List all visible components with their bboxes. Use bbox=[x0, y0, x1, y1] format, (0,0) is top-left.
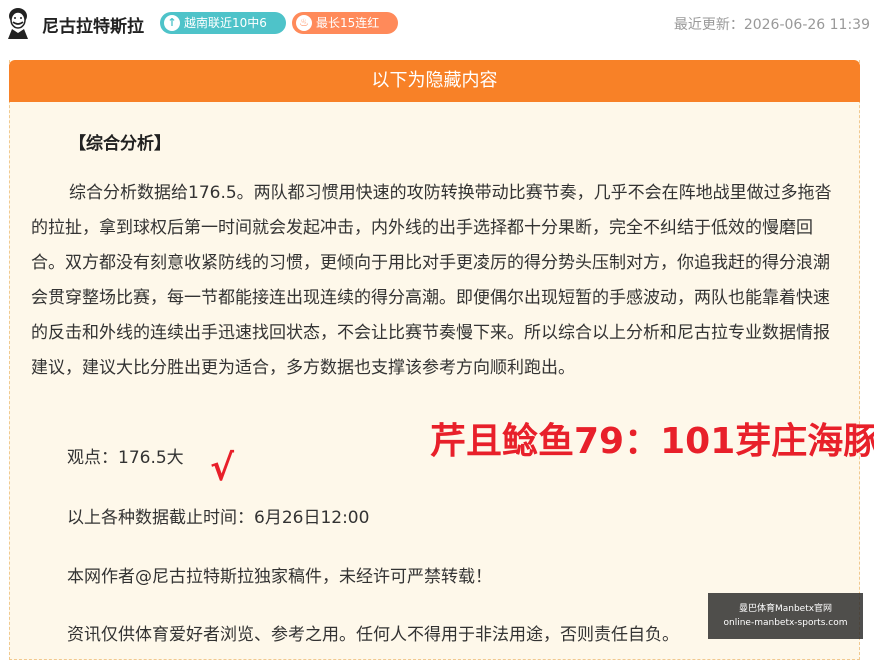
score-annotation: 芹且鲶鱼79：101芽庄海豚 bbox=[430, 421, 874, 462]
author-avatar[interactable] bbox=[4, 5, 32, 39]
check-mark-icon: √ bbox=[210, 448, 235, 489]
best-streak-label: 最长15连红 bbox=[316, 16, 380, 30]
view-line: 观点：176.5大 bbox=[67, 448, 184, 468]
watermark-url: online-manbetx-sports.com bbox=[723, 618, 848, 628]
best-streak-badge: ♨ 最长15连红 bbox=[292, 12, 398, 34]
author-name[interactable]: 尼古拉特斯拉 bbox=[42, 12, 144, 37]
watermark: 曼巴体育Manbetx官网 online-manbetx-sports.com bbox=[708, 593, 863, 639]
arrow-up-icon: ↑ bbox=[164, 15, 180, 31]
cutoff-line: 以上各种数据截止时间：6月26日12:00 bbox=[67, 508, 370, 528]
header: 尼古拉特斯拉 ↑ 越南联近10中6 ♨ 最长15连红 最近更新：2026-06-… bbox=[0, 0, 874, 50]
article-content: 【综合分析】 综合分析数据给176.5。两队都习惯用快速的攻防转换带动比赛节奏，… bbox=[31, 122, 841, 386]
hidden-content-title: 以下为隐藏内容 bbox=[9, 60, 860, 102]
last-updated: 最近更新：2026-06-26 11:39 bbox=[673, 17, 870, 33]
streak-badge: ↑ 越南联近10中6 bbox=[160, 12, 286, 34]
streak-badge-label: 越南联近10中6 bbox=[184, 16, 267, 30]
disclaimer-line: 资讯仅供体育爱好者浏览、参考之用。任何人不得用于非法用途，否则责任自负。 bbox=[67, 625, 679, 645]
watermark-title: 曼巴体育Manbetx官网 bbox=[738, 604, 833, 614]
copyright-line: 本网作者@尼古拉特斯拉独家稿件，未经许可严禁转载！ bbox=[67, 567, 492, 587]
section-title: 【综合分析】 bbox=[69, 134, 171, 154]
analysis-paragraph: 综合分析数据给176.5。两队都习惯用快速的攻防转换带动比赛节奏，几乎不会在阵地… bbox=[31, 183, 832, 378]
flame-icon: ♨ bbox=[296, 15, 312, 31]
